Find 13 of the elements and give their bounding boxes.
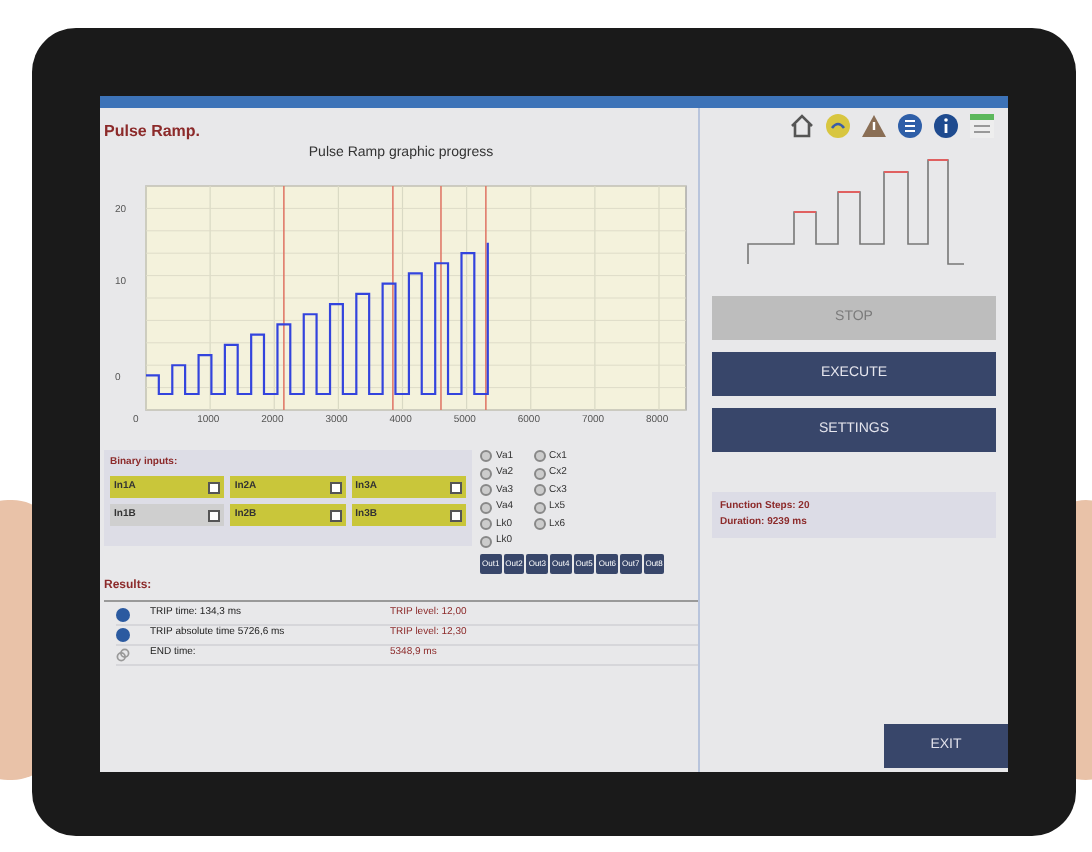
- checkbox-icon: [449, 481, 462, 493]
- home-icon[interactable]: [788, 112, 816, 140]
- checkbox-icon: [449, 509, 462, 521]
- checkbox-icon: [208, 509, 221, 521]
- checkbox-icon: [329, 481, 342, 493]
- link-icon: [116, 647, 130, 661]
- checkbox-icon: [329, 509, 342, 521]
- list-icon[interactable]: [896, 112, 924, 140]
- checkbox-icon: [208, 481, 221, 493]
- warning-icon[interactable]: [860, 112, 888, 140]
- gauge-icon[interactable]: [824, 112, 852, 140]
- info-icon[interactable]: [932, 112, 960, 140]
- page-title: Pulse Ramp.: [104, 120, 203, 144]
